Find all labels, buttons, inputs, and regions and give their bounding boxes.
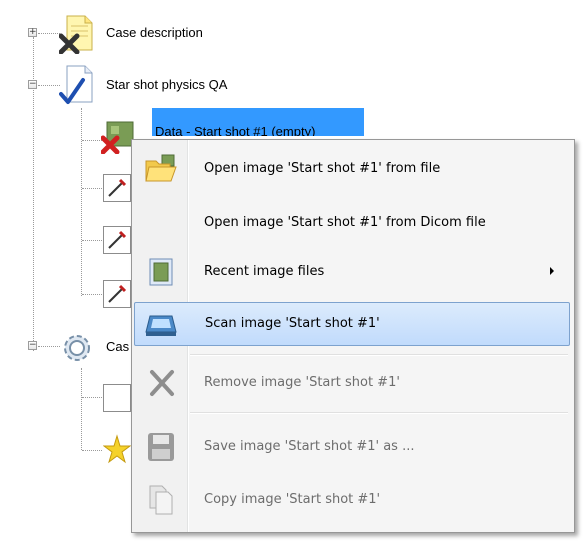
star-burst-icon	[102, 434, 132, 466]
menu-item-label: Open image 'Start shot #1' from Dicom fi…	[204, 215, 486, 230]
tree-connector	[82, 294, 102, 295]
tree-node-label[interactable]: Star shot physics QA	[106, 77, 227, 92]
folder-open-icon	[144, 153, 178, 185]
tree-node-label[interactable]: Cas	[106, 339, 129, 354]
expand-toggle[interactable]: +	[28, 28, 37, 37]
tool-item-icon[interactable]	[103, 226, 131, 254]
tree-connector	[38, 33, 60, 34]
recent-image-icon	[144, 256, 178, 288]
context-menu: Open image 'Start shot #1' from file Ope…	[131, 139, 575, 533]
tree-connector	[82, 450, 102, 451]
checked-document-icon	[59, 64, 97, 106]
submenu-arrow-icon	[550, 267, 554, 275]
floppy-disk-icon	[144, 431, 178, 463]
menu-separator	[190, 354, 568, 356]
menu-item-open-from-dicom[interactable]: Open image 'Start shot #1' from Dicom fi…	[134, 201, 570, 245]
menu-item-open-from-file[interactable]: Open image 'Start shot #1' from file	[134, 147, 570, 191]
tree-connector	[81, 108, 82, 296]
copy-icon	[144, 484, 178, 516]
gear-icon	[59, 330, 95, 366]
menu-item-copy-image[interactable]: Copy image 'Start shot #1'	[134, 478, 570, 522]
menu-item-remove-image[interactable]: Remove image 'Start shot #1'	[134, 361, 570, 405]
tree-node-selected[interactable]: Data - Start shot #1 (empty)	[152, 108, 364, 136]
document-x-icon	[58, 14, 97, 55]
tree-connector	[82, 140, 102, 141]
menu-item-label: Open image 'Start shot #1' from file	[204, 161, 441, 176]
remove-x-icon	[144, 367, 178, 399]
tool-item-icon[interactable]	[103, 174, 131, 202]
tree-connector	[82, 397, 102, 398]
menu-item-label: Save image 'Start shot #1' as ...	[204, 439, 415, 454]
menu-item-label: Scan image 'Start shot #1'	[205, 316, 380, 331]
tree-connector	[81, 368, 82, 450]
tree-connector	[38, 346, 60, 347]
menu-item-recent-image-files[interactable]: Recent image files	[134, 250, 570, 294]
menu-item-save-image-as[interactable]: Save image 'Start shot #1' as ...	[134, 425, 570, 469]
menu-separator	[190, 412, 568, 414]
image-missing-icon	[100, 120, 135, 155]
menu-item-label: Copy image 'Start shot #1'	[204, 492, 381, 507]
tree-connector	[38, 85, 60, 86]
scanner-icon	[144, 308, 178, 340]
tree-connector	[82, 188, 102, 189]
tree-node-label: Data - Start shot #1 (empty)	[155, 124, 316, 136]
menu-item-scan-image[interactable]: Scan image 'Start shot #1'	[134, 302, 570, 346]
menu-item-label: Remove image 'Start shot #1'	[204, 375, 400, 390]
tree-connector	[82, 240, 102, 241]
tool-item-icon[interactable]	[103, 280, 131, 308]
collapse-toggle[interactable]: −	[28, 80, 37, 89]
tool-item-icon[interactable]	[103, 384, 131, 412]
tree-node-label[interactable]: Case description	[106, 25, 203, 40]
menu-item-label: Recent image files	[204, 264, 325, 279]
collapse-toggle[interactable]: −	[28, 341, 37, 350]
